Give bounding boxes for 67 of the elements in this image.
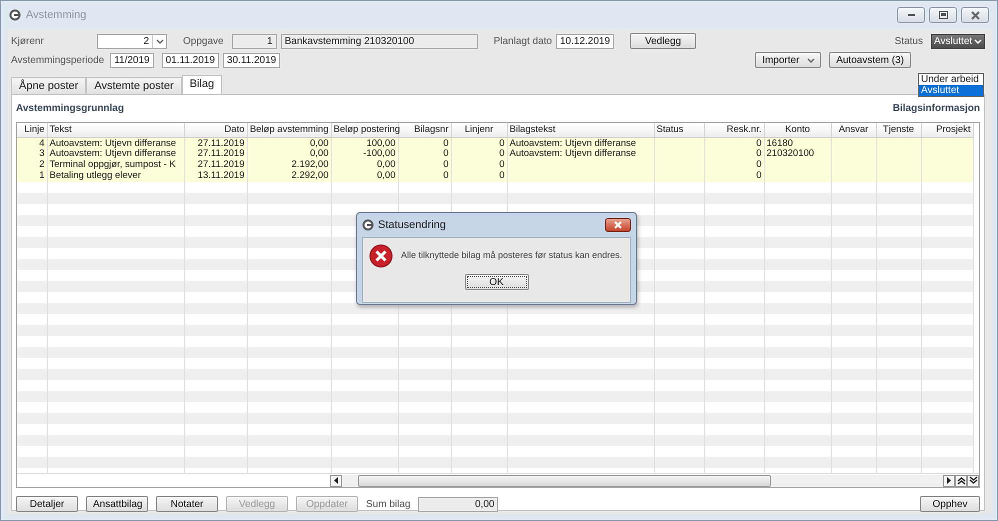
column-header[interactable]: Konto xyxy=(764,123,831,138)
table-cell: 0,00 xyxy=(247,138,331,149)
column-header[interactable]: Linje xyxy=(17,123,47,138)
to-date-field[interactable]: 30.11.2019 xyxy=(222,52,280,68)
column-header[interactable]: Linjenr xyxy=(451,123,507,138)
column-header[interactable]: Beløp postering xyxy=(331,123,398,138)
field-label: Avstemmingsperiode xyxy=(11,54,104,68)
tab[interactable]: Åpne poster xyxy=(11,77,86,94)
action-button[interactable]: Notater xyxy=(156,496,218,512)
column-header[interactable]: Bilagstekst xyxy=(507,123,654,138)
table-cell: Betaling utlegg elever xyxy=(47,170,184,182)
table-cell: 100,00 xyxy=(331,138,398,149)
attachment-button[interactable]: Vedlegg xyxy=(630,33,696,49)
column-header[interactable]: Tekst xyxy=(47,123,184,138)
table-cell: 2.292,00 xyxy=(247,170,331,182)
dropdown-option[interactable]: Under arbeid xyxy=(919,74,983,85)
dialog-title: Statusendring xyxy=(378,218,446,233)
column-header[interactable]: Ansvar xyxy=(831,123,876,138)
table-cell: -100,00 xyxy=(331,148,398,160)
action-button[interactable]: Detaljer xyxy=(16,496,78,512)
tab[interactable]: Avstemte poster xyxy=(86,77,182,94)
table-cell: 2 xyxy=(17,160,47,171)
table-cell: Autoavstem: Utjevn differanse xyxy=(47,148,184,160)
run-number-dropdown[interactable]: 2 xyxy=(97,34,167,48)
action-button[interactable]: Ansattbilag xyxy=(86,496,148,512)
table-cell: 3 xyxy=(17,148,47,160)
column-header[interactable]: Dato xyxy=(184,123,247,138)
table-cell: 2.192,00 xyxy=(247,160,331,171)
table-cell: 4 xyxy=(17,138,47,149)
table-cell: 1 xyxy=(17,170,47,182)
cancel-button[interactable]: Opphev xyxy=(920,496,980,512)
table-cell: 210320100 xyxy=(764,148,831,160)
field-label: Kjørenr xyxy=(11,34,45,48)
table-cell: 0,00 xyxy=(247,148,331,160)
table-cell: Terminal oppgjør, sumpost - K xyxy=(47,160,184,171)
column-header[interactable]: Bilagsnr xyxy=(398,123,451,138)
window-title: Avstemming xyxy=(26,8,86,23)
planned-date-field[interactable]: 10.12.2019 xyxy=(556,34,614,48)
field-label: Planlagt dato xyxy=(494,34,552,48)
section-title: Bilagsinformasjon xyxy=(892,102,980,116)
table-cell: Autoavstem: Utjevn differanse xyxy=(47,138,184,149)
field-label: Oppgave xyxy=(183,34,224,48)
ok-button[interactable]: OK xyxy=(464,274,528,290)
table-cell: Autoavstem: Utjevn differanse xyxy=(507,138,654,149)
table-cell: 0,00 xyxy=(331,160,398,171)
dialog-message: Alle tilknyttede bilag må posteres før status kan endres. xyxy=(401,249,622,262)
import-button[interactable]: Importer xyxy=(755,52,822,68)
tab[interactable]: Bilag xyxy=(182,75,222,94)
column-header[interactable]: Prosjekt xyxy=(921,123,973,138)
table-cell: Autoavstem: Utjevn differanse xyxy=(507,148,654,160)
table-cell: 0,00 xyxy=(331,170,398,182)
column-header[interactable]: Beløp avstemming xyxy=(247,123,331,138)
sum-field: 0,00 xyxy=(418,496,498,512)
column-header[interactable]: Tjenste xyxy=(876,123,921,138)
dropdown-option[interactable]: Avsluttet xyxy=(919,85,983,96)
section-title: Avstemmingsgrunnlag xyxy=(16,102,124,116)
field-label: Sum bilag xyxy=(366,498,410,512)
table-cell: 16180 xyxy=(764,138,831,149)
task-number-field: 1 xyxy=(232,34,277,48)
autoreconcile-button[interactable]: Autoavstem (3) xyxy=(829,52,911,68)
from-date-field[interactable]: 01.11.2019 xyxy=(162,52,219,68)
task-name-field: Bankavstemming 210320100 xyxy=(280,34,478,48)
column-header[interactable]: Resk.nr. xyxy=(704,123,764,138)
status-dropdown[interactable]: Avsluttet xyxy=(931,34,985,48)
period-field[interactable]: 11/2019 xyxy=(110,52,154,68)
field-label: Status xyxy=(894,34,923,48)
column-header[interactable]: Status xyxy=(654,123,704,138)
